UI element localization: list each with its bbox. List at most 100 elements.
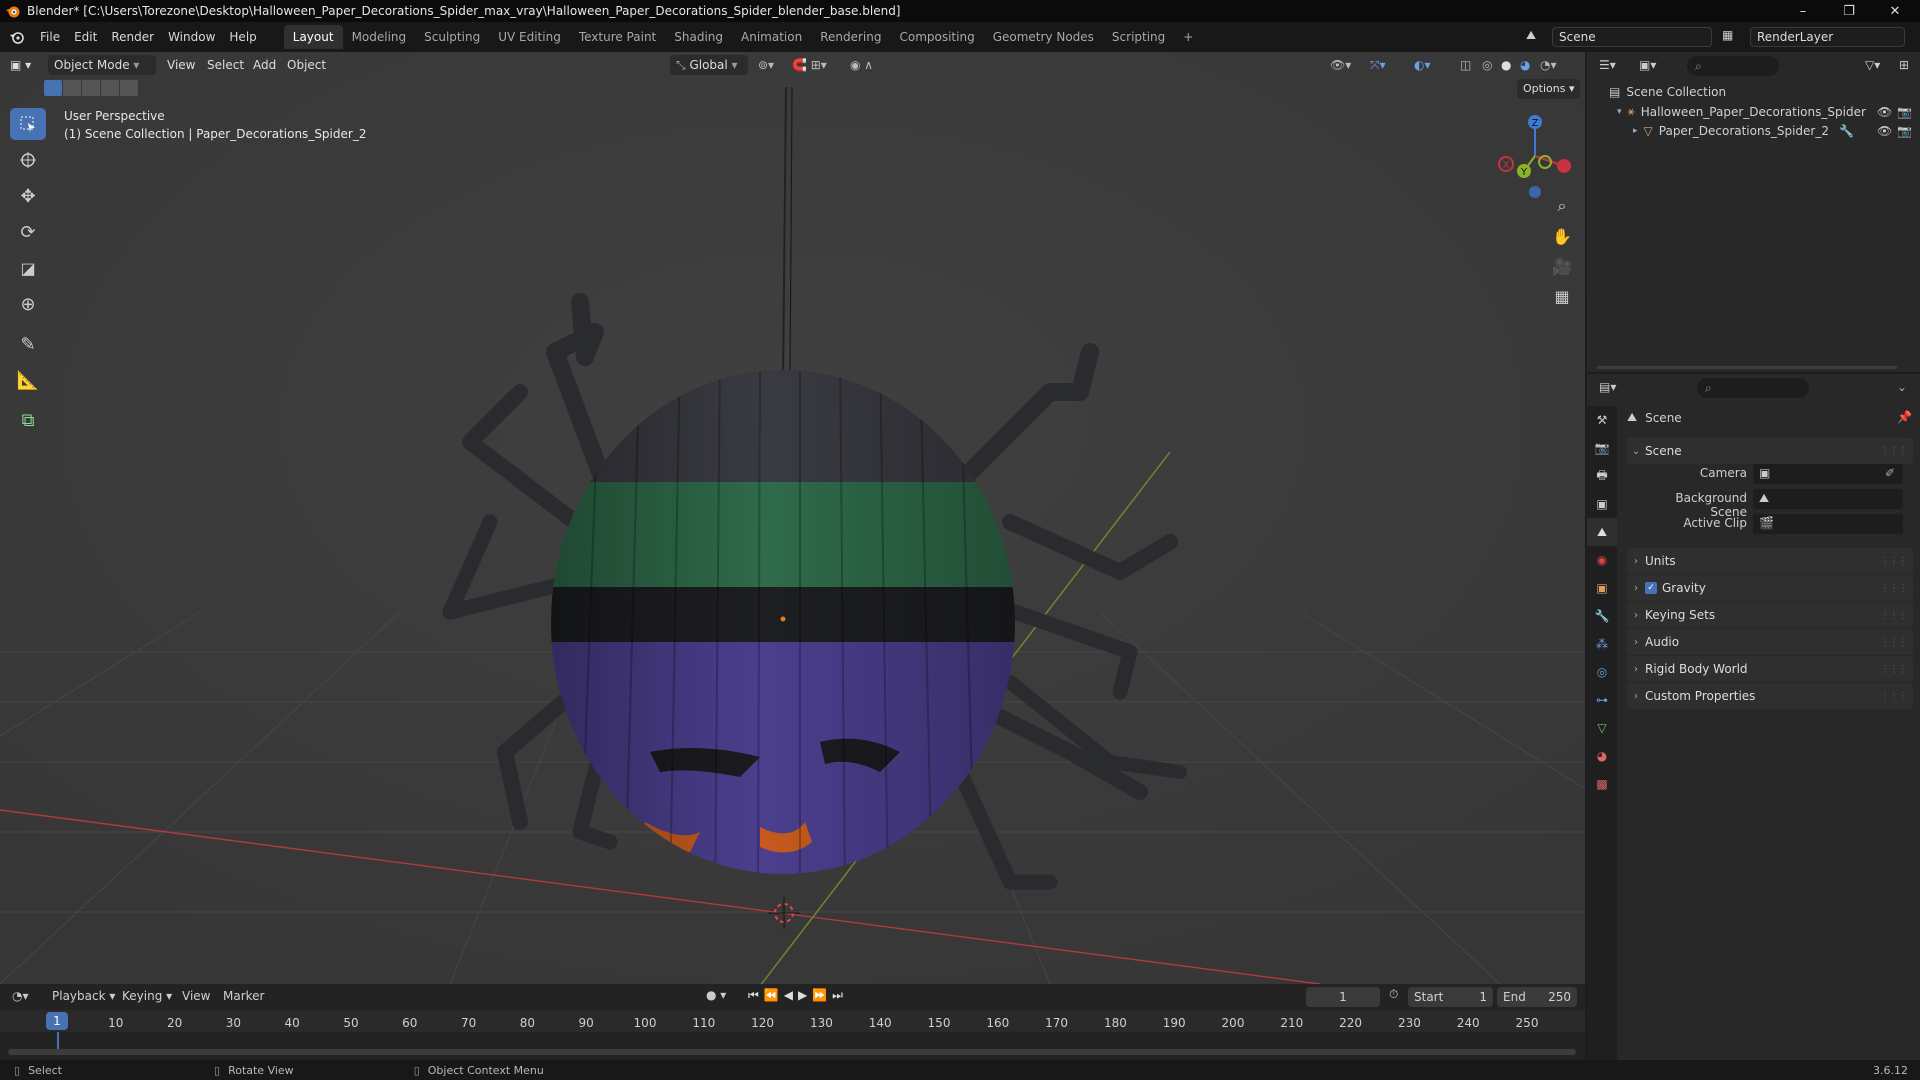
tab-shading[interactable]: Shading [665, 25, 732, 49]
render-layer-selector[interactable]: RenderLayer [1750, 27, 1905, 47]
visibility-icon[interactable]: 👁▾ [1330, 55, 1351, 75]
tab-texture-paint[interactable]: Texture Paint [570, 25, 665, 49]
editor-type-icon[interactable]: ▣ ▾ [10, 55, 31, 75]
add-workspace-button[interactable]: + [1174, 25, 1202, 49]
tab-object[interactable]: ▣ [1587, 574, 1617, 602]
maximize-button[interactable]: ❐ [1826, 0, 1872, 22]
display-mode-icon[interactable]: ▣▾ [1639, 58, 1656, 72]
gizmo-icon[interactable]: ⤧▾ [1370, 55, 1386, 75]
pivot-point-icon[interactable]: ⊚▾ [758, 55, 774, 75]
tab-material[interactable]: ◕ [1587, 742, 1617, 770]
tab-modifiers[interactable]: 🔧 [1587, 602, 1617, 630]
timeline-menu-marker[interactable]: Marker [223, 989, 264, 1003]
timeline-menu-view[interactable]: View [182, 989, 210, 1003]
tab-rendering[interactable]: Rendering [811, 25, 890, 49]
select-subtract-icon[interactable] [82, 80, 100, 96]
move-tool[interactable]: ✥ [10, 180, 46, 212]
tab-sculpting[interactable]: Sculpting [415, 25, 489, 49]
properties-search-input[interactable]: ⌕ [1697, 378, 1809, 398]
drag-grip-icon[interactable]: ⋮⋮⋮ [1880, 610, 1908, 621]
gravity-checkbox[interactable]: ✓ [1645, 582, 1657, 594]
tab-tool[interactable]: ⚒ [1587, 406, 1617, 434]
menu-add[interactable]: Add [253, 55, 276, 75]
select-new-icon[interactable] [44, 80, 62, 96]
ortho-grid-icon[interactable]: ▦ [1548, 282, 1576, 310]
outliner-row-scene-collection[interactable]: ▤ Scene Collection [1609, 85, 1726, 99]
tab-scene[interactable]: ⛰ [1587, 518, 1617, 546]
transform-orientation[interactable]: ⤡ Global ▾ [670, 55, 748, 75]
frame-ruler[interactable]: 1 10 20 30 40 50 60 70 80 90 100 110 120 130 140 150 16… [0, 1010, 1585, 1032]
shading-solid-icon[interactable]: ● [1501, 55, 1511, 75]
scale-tool[interactable]: ◪ [10, 252, 46, 284]
rotate-tool[interactable]: ⟳ [10, 216, 46, 248]
overlay-icon[interactable]: ◐▾ [1414, 55, 1431, 75]
options-dropdown[interactable]: Options ▾ [1517, 79, 1581, 99]
tab-particles[interactable]: ⁂ [1587, 630, 1617, 658]
timeline-editor-type-icon[interactable]: ◔▾ [12, 989, 29, 1003]
background-scene-field[interactable]: ⛰ [1753, 489, 1903, 509]
outliner-row-collection[interactable]: ▾ ⚹ Halloween_Paper_Decorations_Spider 👁… [1617, 104, 1915, 119]
cursor-tool[interactable] [10, 144, 46, 176]
playback-controls[interactable]: ⏮⏪◀▶⏩⏭ [748, 988, 848, 1003]
minimize-button[interactable]: – [1780, 0, 1826, 22]
menu-window[interactable]: Window [161, 26, 222, 48]
tab-modeling[interactable]: Modeling [343, 25, 416, 49]
visibility-eye-icon[interactable]: 👁 [1877, 105, 1892, 119]
scene-icon[interactable]: ⛰ [1526, 28, 1536, 43]
viewport-scene[interactable] [0, 52, 1585, 984]
menu-select[interactable]: Select [207, 55, 244, 75]
section-gravity[interactable]: › ✓ Gravity ⋮⋮⋮ [1627, 575, 1913, 601]
navigation-gizmo[interactable]: Z X Y [1490, 108, 1580, 198]
scene-selector[interactable]: Scene [1552, 27, 1712, 47]
modifier-wrench-icon[interactable]: 🔧 [1839, 124, 1854, 138]
section-scene[interactable]: ⌄ Scene ⋮⋮⋮ [1627, 438, 1913, 464]
mode-selector[interactable]: Object Mode ▾ [48, 55, 156, 75]
eyedropper-icon[interactable]: ✐ [1885, 466, 1895, 480]
xray-icon[interactable]: ◫ [1460, 55, 1471, 75]
drag-grip-icon[interactable]: ⋮⋮⋮ [1880, 664, 1908, 675]
transform-tool[interactable]: ⊕ [10, 288, 46, 320]
menu-help[interactable]: Help [222, 26, 263, 48]
drag-grip-icon[interactable]: ⋮⋮⋮ [1880, 691, 1908, 702]
camera-view-icon[interactable]: 🎥 [1548, 252, 1576, 280]
measure-tool[interactable]: 📐 [10, 364, 46, 396]
close-button[interactable]: ✕ [1872, 0, 1918, 22]
select-intersect-icon[interactable] [120, 80, 138, 96]
shading-wireframe-icon[interactable]: ◎ [1482, 55, 1492, 75]
tab-scripting[interactable]: Scripting [1103, 25, 1174, 49]
tab-uv-editing[interactable]: UV Editing [489, 25, 570, 49]
drag-grip-icon[interactable]: ⋮⋮⋮ [1880, 446, 1908, 457]
menu-view[interactable]: View [167, 55, 195, 75]
drag-grip-icon[interactable]: ⋮⋮⋮ [1880, 637, 1908, 648]
menu-render[interactable]: Render [104, 26, 161, 48]
menu-edit[interactable]: Edit [67, 26, 104, 48]
new-collection-icon[interactable]: ⊞ [1899, 58, 1909, 72]
shading-rendered-icon[interactable]: ◔▾ [1540, 55, 1557, 75]
properties-editor-type-icon[interactable]: ▤▾ [1599, 380, 1616, 394]
visibility-eye-icon[interactable]: 👁 [1877, 124, 1892, 138]
timeline-scrollbar[interactable] [8, 1049, 1576, 1055]
tab-constraints[interactable]: ⊶ [1587, 686, 1617, 714]
tab-physics[interactable]: ◎ [1587, 658, 1617, 686]
tab-output[interactable]: 🖶 [1587, 462, 1617, 490]
tab-compositing[interactable]: Compositing [890, 25, 983, 49]
drag-grip-icon[interactable]: ⋮⋮⋮ [1880, 556, 1908, 567]
shading-material-icon[interactable]: ◕ [1520, 55, 1530, 75]
section-keying-sets[interactable]: › Keying Sets ⋮⋮⋮ [1627, 602, 1913, 628]
3d-viewport[interactable]: ▣ ▾ Object Mode ▾ View Select Add Object… [0, 52, 1585, 984]
current-frame-field[interactable]: 1 [1306, 987, 1380, 1007]
menu-file[interactable]: File [33, 26, 67, 48]
timeline-menu-playback[interactable]: Playback ▾ [52, 989, 115, 1003]
blender-menu-icon[interactable] [9, 29, 25, 45]
tab-layout[interactable]: Layout [283, 25, 343, 49]
annotate-tool[interactable]: ✎ [10, 328, 46, 360]
properties-options-icon[interactable]: ⌄ [1897, 380, 1907, 394]
section-units[interactable]: › Units ⋮⋮⋮ [1627, 548, 1913, 574]
tab-render[interactable]: 📷 [1587, 434, 1617, 462]
section-custom-properties[interactable]: › Custom Properties ⋮⋮⋮ [1627, 683, 1913, 709]
autokey-record-icon[interactable]: ● ▾ [706, 988, 726, 1002]
render-layer-icon[interactable]: ▦ [1722, 28, 1733, 42]
tab-view-layer[interactable]: ▣ [1587, 490, 1617, 518]
camera-field[interactable]: ▣ ✐ [1753, 464, 1903, 484]
outliner-search-input[interactable]: ⌕ [1687, 56, 1779, 76]
